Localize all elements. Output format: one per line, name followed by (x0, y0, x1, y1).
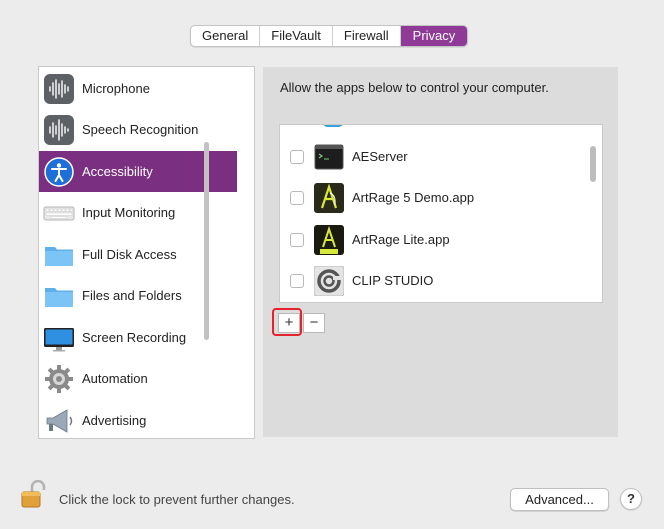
keyboard-icon (43, 197, 75, 229)
privacy-category-list: Microphone Speech Recognition Accessibil… (38, 66, 255, 439)
sidebar-item-label: Files and Folders (82, 288, 182, 303)
lock-icon[interactable] (20, 480, 46, 510)
app-name: AEServer (352, 149, 408, 164)
artrage-lite-icon (314, 224, 344, 255)
sidebar-item-microphone[interactable]: Microphone (39, 68, 237, 109)
app-list-scrollbar[interactable] (590, 146, 596, 182)
speech-waveform-icon (43, 114, 75, 146)
list-item[interactable]: ArtRage 5 Demo.app (280, 177, 590, 218)
tab-privacy[interactable]: Privacy (400, 26, 468, 46)
remove-app-button[interactable]: − (303, 313, 325, 333)
sidebar-item-label: Advertising (82, 413, 147, 428)
artrage-icon (314, 182, 344, 213)
app-checkbox[interactable] (290, 149, 304, 164)
folder-icon (43, 239, 75, 271)
gear-icon (43, 363, 75, 395)
sidebar-item-label: Microphone (82, 81, 150, 96)
sidebar-item-label: Speech Recognition (82, 122, 199, 137)
tab-firewall[interactable]: Firewall (333, 26, 401, 46)
folder-icon (43, 280, 75, 312)
lock-status-text: Click the lock to prevent further change… (59, 492, 295, 507)
app-checkbox[interactable] (290, 273, 304, 288)
clip-studio-icon (314, 265, 344, 296)
sidebar-item-label: Automation (82, 371, 148, 386)
accessibility-icon (43, 156, 75, 188)
advanced-button[interactable]: Advanced... (510, 488, 609, 511)
app-name: ArtRage 5 Demo.app (352, 190, 475, 205)
megaphone-icon (43, 405, 75, 437)
list-item[interactable]: CLIP STUDIO (280, 260, 590, 301)
sidebar-scrollbar[interactable] (204, 142, 209, 340)
list-item[interactable]: ArtRage Lite.app (280, 219, 590, 260)
app-checkbox[interactable] (290, 232, 304, 247)
app-name: ArtRage Lite.app (352, 232, 450, 247)
sidebar-item-label: Input Monitoring (82, 205, 176, 220)
app-checkbox[interactable] (290, 190, 304, 205)
panel-description: Allow the apps below to control your com… (280, 80, 549, 95)
sidebar-item-label: Full Disk Access (82, 247, 177, 262)
tab-filevault[interactable]: FileVault (260, 26, 333, 46)
add-button-highlight (272, 308, 302, 336)
sidebar-item-label: Screen Recording (82, 330, 187, 345)
tab-general[interactable]: General (191, 26, 261, 46)
display-icon (43, 322, 75, 354)
app-list: AEServer ArtRage 5 Demo.app ArtRage Lite… (279, 124, 603, 303)
microphone-waveform-icon (43, 73, 75, 105)
sidebar-item-advertising[interactable]: Advertising (39, 400, 237, 438)
tab-bar: General FileVault Firewall Privacy (190, 25, 469, 47)
terminal-icon (314, 142, 344, 172)
help-button[interactable]: ? (620, 488, 642, 510)
app-name: CLIP STUDIO (352, 273, 434, 288)
app-icon-partial (322, 125, 344, 127)
sidebar-item-automation[interactable]: Automation (39, 358, 237, 399)
sidebar-item-label: Accessibility (82, 164, 153, 179)
list-item[interactable]: AEServer (280, 136, 590, 177)
